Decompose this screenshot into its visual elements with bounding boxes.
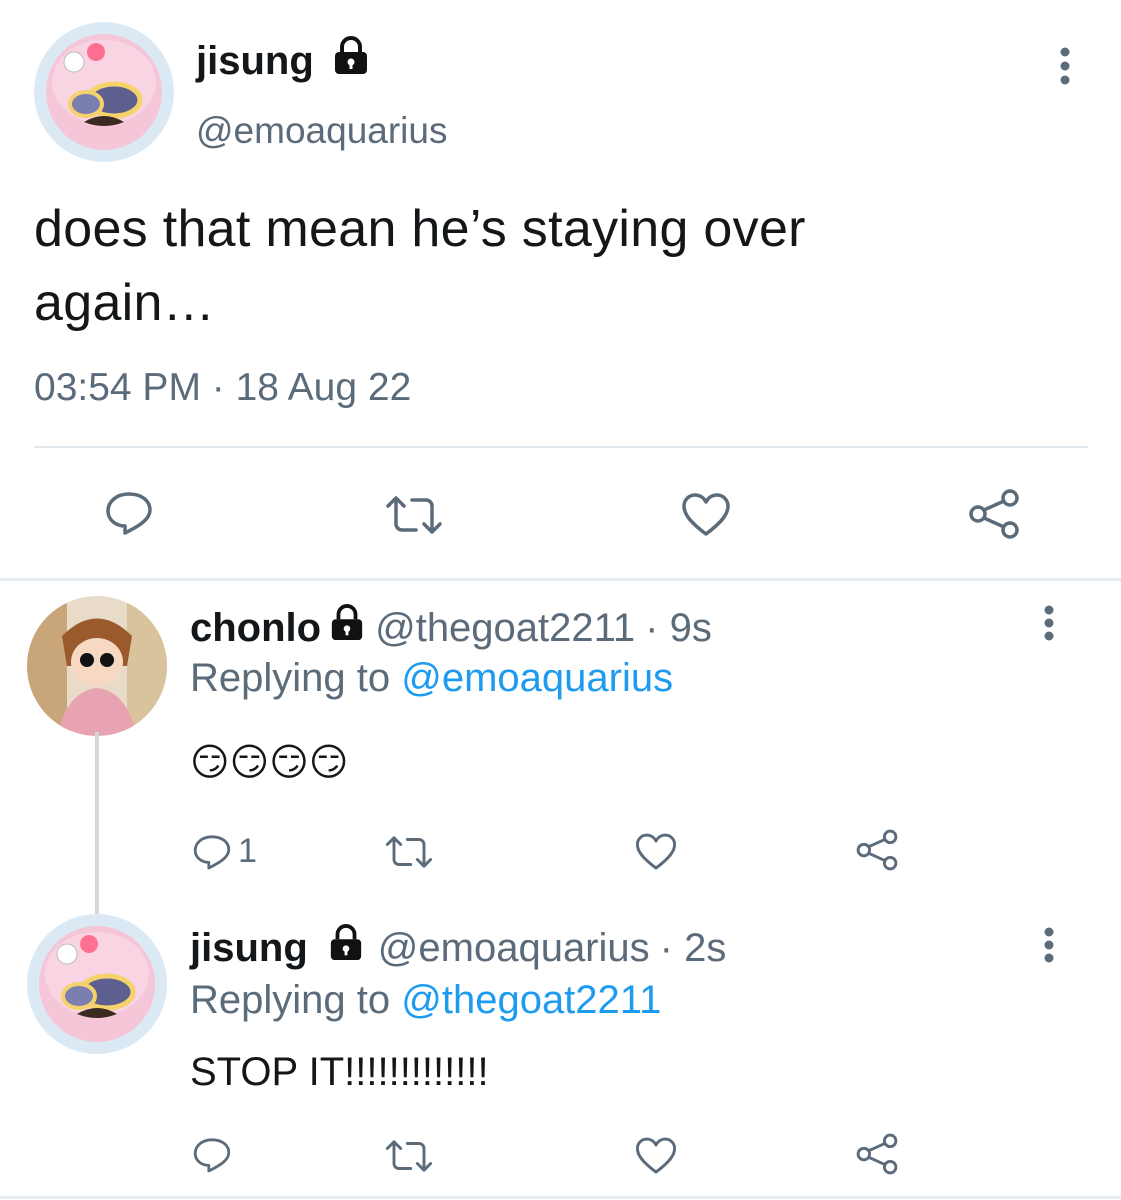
reply-icon[interactable]	[104, 490, 154, 536]
tweet-text: does that mean he’s staying over again…	[34, 200, 806, 332]
share-icon[interactable]	[966, 488, 1022, 540]
reply-time: · 2s	[659, 925, 727, 970]
reply-text: 😏😏😏😏	[190, 742, 349, 784]
divider	[0, 578, 1121, 581]
share-icon[interactable]	[854, 828, 900, 872]
reply-author-name[interactable]: jisung	[190, 926, 308, 971]
reply-author-handle[interactable]: @thegoat2211	[375, 606, 635, 651]
divider	[34, 446, 1088, 448]
author-name[interactable]: jisung	[196, 39, 314, 84]
reply-author-name[interactable]: chonlo	[190, 606, 321, 651]
like-icon[interactable]	[634, 832, 678, 872]
reply-author-handle[interactable]: @emoaquarius	[378, 926, 650, 971]
author-name-row: jisung	[196, 36, 370, 86]
avatar[interactable]	[34, 22, 174, 162]
like-icon[interactable]	[680, 492, 732, 538]
reply-header: chonlo @thegoat2211 · 9s	[190, 604, 712, 652]
mention-link[interactable]: @thegoat2211	[401, 978, 661, 1022]
replying-label: Replying to	[190, 656, 402, 700]
more-options-icon[interactable]	[1050, 46, 1080, 91]
mention-link[interactable]: @emoaquarius	[401, 656, 673, 700]
like-icon[interactable]	[634, 1136, 678, 1176]
avatar[interactable]	[27, 914, 167, 1054]
lock-icon	[329, 604, 365, 652]
reply-header: jisung @emoaquarius · 2s	[190, 924, 726, 972]
reply-icon[interactable]	[192, 833, 232, 871]
lock-icon	[332, 36, 370, 86]
tweet-timestamp[interactable]: 03:54 PM · 18 Aug 22	[34, 366, 411, 410]
more-options-icon[interactable]	[1036, 926, 1062, 964]
lock-icon	[328, 924, 364, 972]
replying-to: Replying to @thegoat2211	[190, 978, 661, 1023]
divider	[0, 1196, 1121, 1199]
reply-icon[interactable]	[192, 1136, 232, 1174]
avatar[interactable]	[27, 596, 167, 736]
thread-line	[95, 732, 99, 914]
replying-to: Replying to @emoaquarius	[190, 656, 673, 701]
reply-button[interactable]: 1	[192, 832, 257, 871]
retweet-icon[interactable]	[384, 834, 434, 870]
reply-time: · 9s	[645, 605, 712, 650]
retweet-icon[interactable]	[384, 1138, 434, 1174]
retweet-icon[interactable]	[384, 494, 444, 536]
reply-count: 1	[238, 832, 257, 870]
author-handle[interactable]: @emoaquarius	[196, 110, 447, 152]
more-options-icon[interactable]	[1036, 604, 1062, 642]
replying-label: Replying to	[190, 978, 402, 1022]
share-icon[interactable]	[854, 1132, 900, 1176]
reply-text: STOP IT!!!!!!!!!!!!!	[190, 1050, 489, 1094]
